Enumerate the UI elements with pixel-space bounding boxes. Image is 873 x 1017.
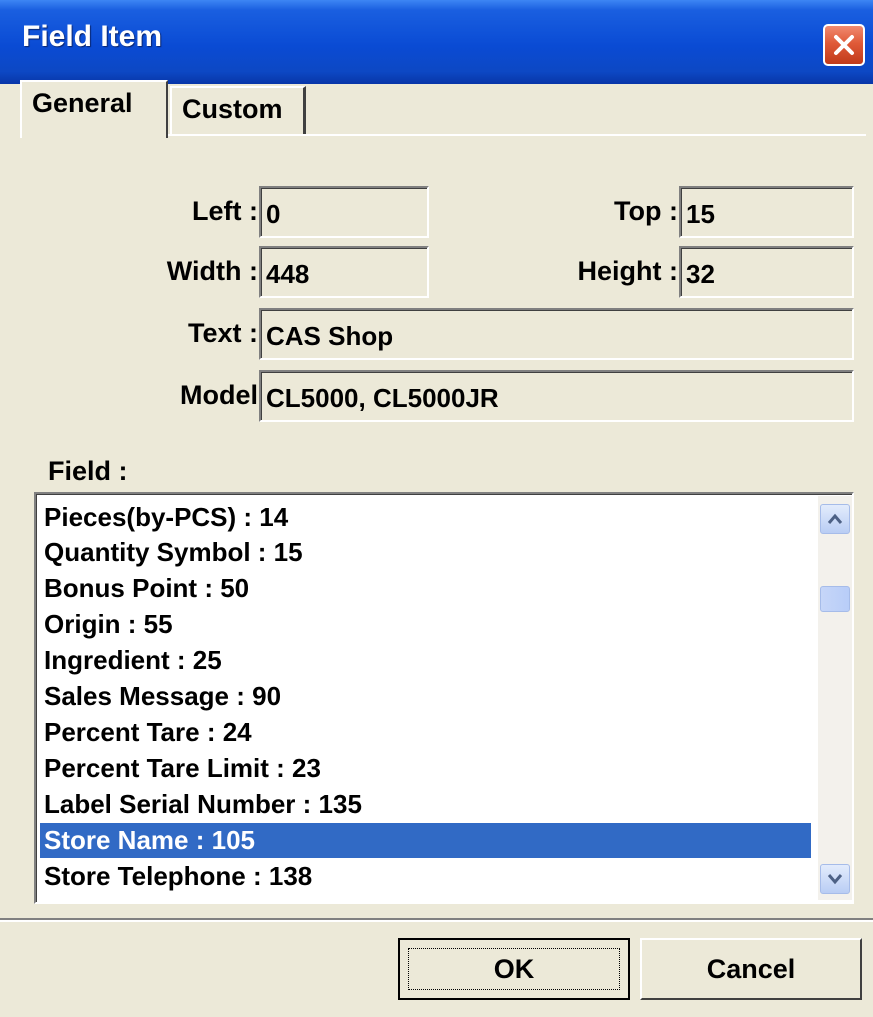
height-label: Height :	[577, 256, 679, 286]
list-item[interactable]: Label Serial Number : 135	[40, 787, 811, 822]
focus-rectangle	[408, 948, 620, 990]
close-button[interactable]	[823, 24, 865, 66]
footer-separator	[0, 918, 873, 922]
tab-custom[interactable]: Custom	[170, 86, 306, 134]
height-field[interactable]: 32	[679, 246, 854, 298]
field-list-label: Field :	[48, 456, 128, 486]
field-listbox[interactable]: Pieces(by-PCS) : 14 Quantity Symbol : 15…	[34, 492, 854, 904]
list-item-selected[interactable]: Store Name : 105	[40, 823, 811, 858]
model-field: CL5000, CL5000JR	[259, 370, 854, 422]
width-field[interactable]: 448	[259, 246, 429, 298]
cancel-button[interactable]: Cancel	[640, 938, 862, 1000]
text-field[interactable]: CAS Shop	[259, 308, 854, 360]
chevron-up-icon	[827, 513, 843, 524]
vertical-scrollbar[interactable]	[818, 496, 852, 900]
list-item[interactable]: Store Telephone : 138	[40, 859, 811, 894]
list-item[interactable]: Sales Message : 90	[40, 679, 811, 714]
left-field[interactable]: 0	[259, 186, 429, 238]
list-item[interactable]: Bonus Point : 50	[40, 571, 811, 606]
field-item-dialog: Field Item General Custom Left : 0 Top :…	[0, 0, 873, 1017]
left-label: Left :	[192, 196, 258, 226]
list-item[interactable]: Percent Tare : 24	[40, 715, 811, 750]
list-item[interactable]: Percent Tare Limit : 23	[40, 751, 811, 786]
close-icon	[834, 35, 854, 55]
list-item[interactable]: Pieces(by-PCS) : 14	[40, 500, 811, 535]
window-title: Field Item	[22, 20, 163, 53]
text-label: Text :	[187, 318, 258, 348]
chevron-down-icon	[827, 874, 843, 885]
cancel-button-label: Cancel	[706, 953, 796, 984]
tab-general-label: General	[32, 88, 133, 118]
scroll-thumb[interactable]	[820, 586, 850, 612]
list-item[interactable]: Origin : 55	[40, 607, 811, 642]
tab-custom-label: Custom	[182, 94, 283, 124]
top-field[interactable]: 15	[679, 186, 854, 238]
title-bar[interactable]: Field Item	[0, 0, 873, 84]
model-label: Model	[180, 380, 258, 410]
scroll-up-button[interactable]	[820, 504, 850, 534]
top-label: Top :	[614, 196, 678, 226]
width-label: Width :	[166, 256, 258, 286]
tab-general[interactable]: General	[20, 80, 168, 138]
scroll-down-button[interactable]	[820, 864, 850, 894]
list-item[interactable]: Quantity Symbol : 15	[40, 535, 811, 570]
list-item[interactable]: Ingredient : 25	[40, 643, 811, 678]
ok-button[interactable]: OK	[398, 938, 630, 1000]
